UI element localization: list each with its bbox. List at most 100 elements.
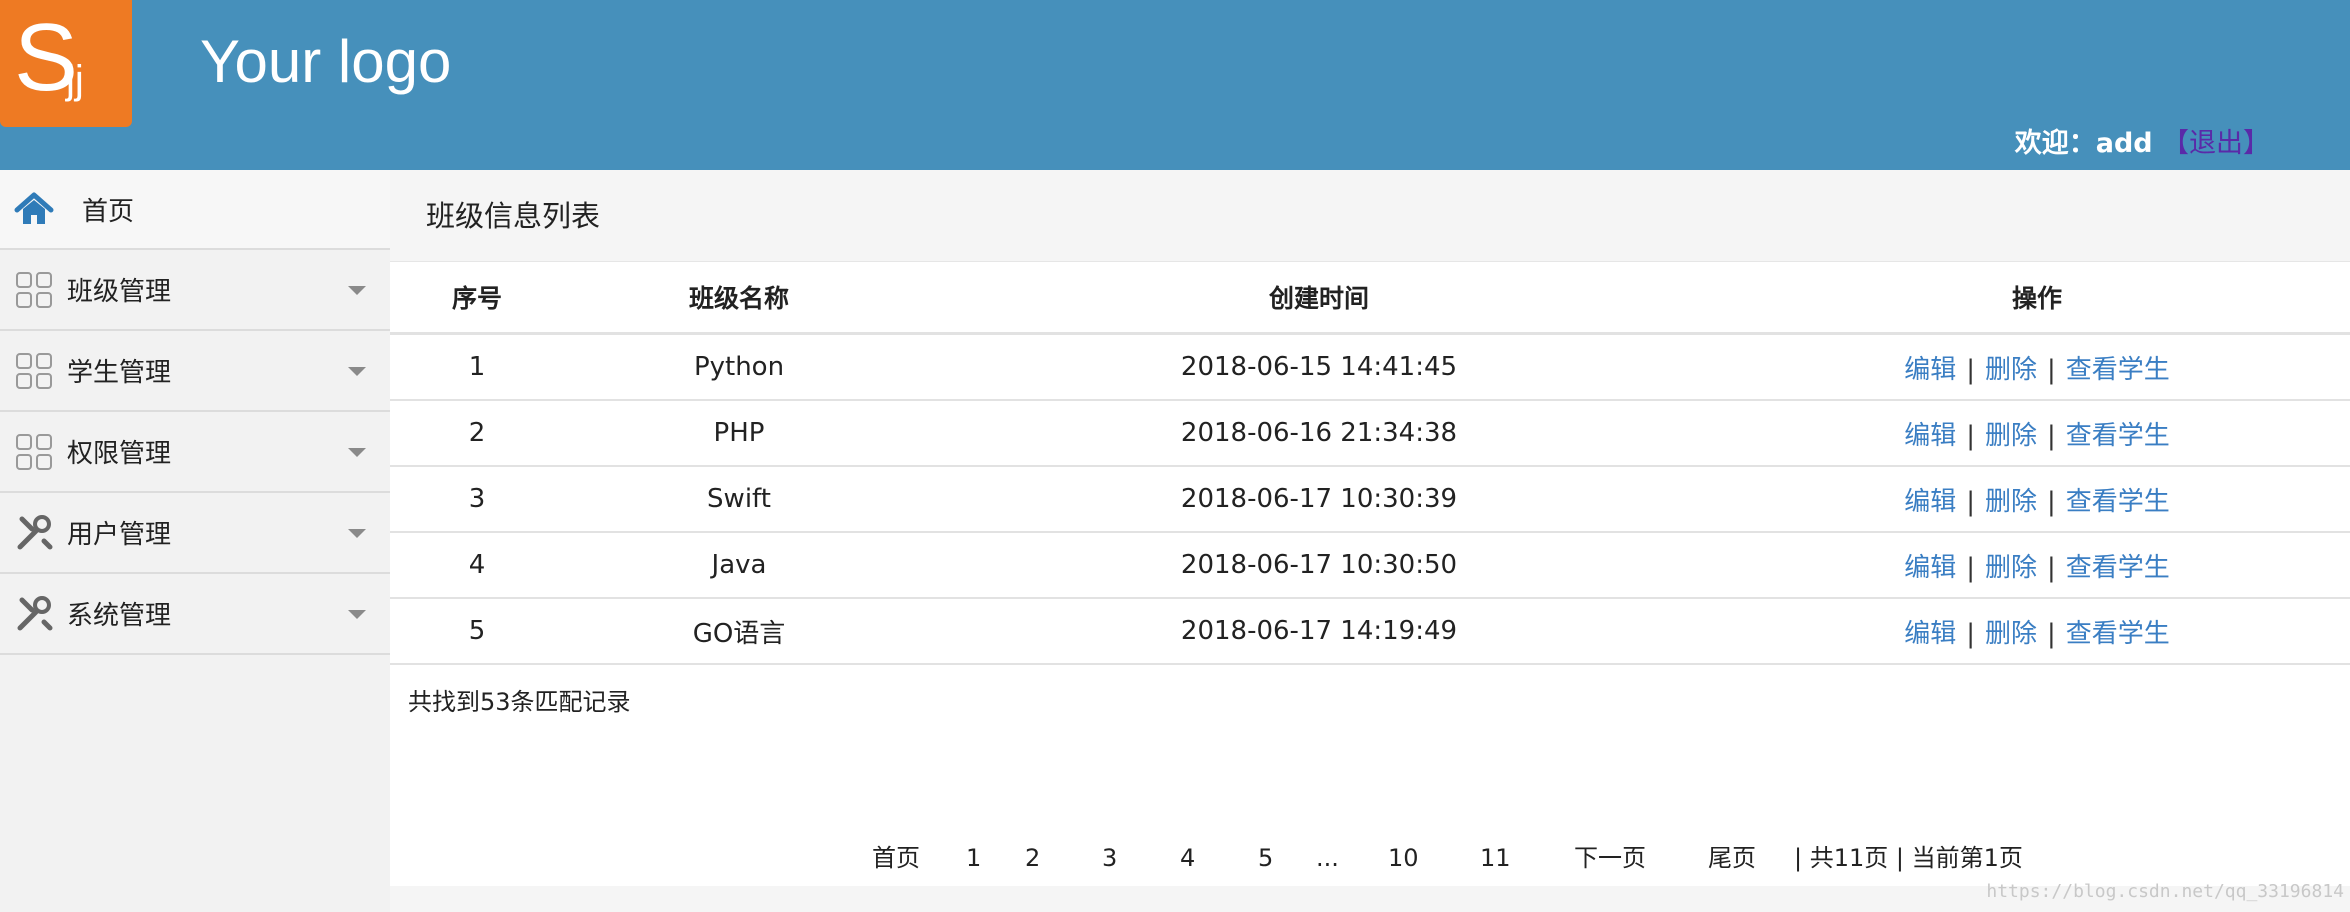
action-separator: |	[1966, 486, 1975, 517]
delete-link[interactable]: 删除	[1985, 619, 2037, 649]
pagination: 首页 1 2 3 4 5 ... 10 11 下一页 尾页 | 共11页 | 当…	[390, 838, 2350, 878]
sidebar: 首页 班级管理 学生管理 权限管理 用户管理 系统管理	[0, 170, 391, 912]
edit-link[interactable]: 编辑	[1904, 355, 1956, 385]
logo-text: Your logo	[200, 28, 452, 95]
sidebar-item-permission-management[interactable]: 权限管理	[0, 412, 390, 493]
cell-id: 3	[390, 466, 564, 533]
sidebar-item-home[interactable]: 首页	[0, 170, 390, 250]
page-link-5[interactable]: 5	[1258, 838, 1273, 878]
cell-class-name: GO语言	[564, 598, 914, 665]
action-separator: |	[1966, 354, 1975, 385]
action-separator: |	[1966, 552, 1975, 583]
main-content: 班级信息列表 序号 班级名称 创建时间 操作 1 Python 2018-06-…	[390, 170, 2350, 912]
action-separator: |	[2047, 354, 2056, 385]
sidebar-item-label: 系统管理	[67, 601, 172, 631]
edit-link[interactable]: 编辑	[1904, 487, 1956, 517]
sidebar-item-label: 用户管理	[67, 520, 172, 550]
sidebar-item-class-management[interactable]: 班级管理	[0, 250, 390, 331]
top-header: S jj Your logo 欢迎：add 【退出】	[0, 0, 2350, 170]
page-link-3[interactable]: 3	[1102, 838, 1117, 878]
page-link-2[interactable]: 2	[1025, 838, 1040, 878]
table-row: 1 Python 2018-06-15 14:41:45 编辑 | 删除 | 查看学生	[390, 333, 2350, 401]
sidebar-item-label: 班级管理	[67, 277, 172, 307]
chevron-down-icon	[348, 285, 366, 295]
record-count: 共找到53条匹配记录	[408, 688, 631, 716]
table-row: 2 PHP 2018-06-16 21:34:38 编辑 | 删除 | 查看学生	[390, 400, 2350, 467]
view-students-link[interactable]: 查看学生	[2066, 553, 2170, 583]
cell-created-time: 2018-06-15 14:41:45	[914, 333, 1724, 401]
view-students-link[interactable]: 查看学生	[2066, 619, 2170, 649]
page-last-link[interactable]: 尾页	[1708, 838, 1756, 878]
delete-link[interactable]: 删除	[1985, 553, 2037, 583]
column-header-actions: 操作	[1724, 262, 2350, 335]
table-row: 3 Swift 2018-06-17 10:30:39 编辑 | 删除 | 查看学生	[390, 466, 2350, 533]
page-ellipsis: ...	[1316, 844, 1339, 872]
cell-actions: 编辑 | 删除 | 查看学生	[1724, 466, 2350, 533]
class-list-panel: 班级信息列表 序号 班级名称 创建时间 操作 1 Python 2018-06-…	[390, 170, 2350, 886]
action-separator: |	[1966, 420, 1975, 451]
sidebar-item-label: 学生管理	[67, 358, 172, 388]
column-header-created-time: 创建时间	[914, 262, 1724, 335]
logout-link[interactable]: 【退出】	[2162, 128, 2270, 159]
table-row: 5 GO语言 2018-06-17 14:19:49 编辑 | 删除 | 查看学生	[390, 598, 2350, 665]
column-header-id: 序号	[390, 262, 564, 335]
view-students-link[interactable]: 查看学生	[2066, 421, 2170, 451]
home-icon	[14, 192, 54, 224]
cell-actions: 编辑 | 删除 | 查看学生	[1724, 598, 2350, 665]
page-first-link[interactable]: 首页	[872, 838, 920, 878]
class-table: 序号 班级名称 创建时间 操作 1 Python 2018-06-15 14:4…	[390, 262, 2350, 665]
cell-class-name: Java	[564, 532, 914, 599]
delete-link[interactable]: 删除	[1985, 355, 2037, 385]
column-header-class-name: 班级名称	[564, 262, 914, 335]
delete-link[interactable]: 删除	[1985, 487, 2037, 517]
cell-class-name: PHP	[564, 400, 914, 467]
chevron-down-icon	[348, 366, 366, 376]
sidebar-item-user-management[interactable]: 用户管理	[0, 493, 390, 574]
chevron-down-icon	[348, 528, 366, 538]
cell-created-time: 2018-06-16 21:34:38	[914, 400, 1724, 467]
action-separator: |	[2047, 552, 2056, 583]
edit-link[interactable]: 编辑	[1904, 421, 1956, 451]
welcome-text: 欢迎：add	[2014, 128, 2162, 159]
action-separator: |	[1966, 618, 1975, 649]
table-row: 4 Java 2018-06-17 10:30:50 编辑 | 删除 | 查看学生	[390, 532, 2350, 599]
action-separator: |	[2047, 618, 2056, 649]
sidebar-item-system-management[interactable]: 系统管理	[0, 574, 390, 655]
page-link-1[interactable]: 1	[966, 838, 981, 878]
logo-sub-letters: jj	[66, 58, 84, 102]
logo-badge: S jj	[0, 0, 132, 127]
action-separator: |	[2047, 486, 2056, 517]
tools-icon	[17, 595, 53, 630]
view-students-link[interactable]: 查看学生	[2066, 355, 2170, 385]
chevron-down-icon	[348, 447, 366, 457]
view-students-link[interactable]: 查看学生	[2066, 487, 2170, 517]
edit-link[interactable]: 编辑	[1904, 553, 1956, 583]
welcome-area: 欢迎：add 【退出】	[2015, 124, 2270, 164]
cell-id: 1	[390, 333, 564, 401]
grid-icon	[16, 433, 52, 470]
page-title: 班级信息列表	[426, 199, 601, 233]
page-next-link[interactable]: 下一页	[1574, 838, 1646, 878]
grid-icon	[16, 271, 52, 308]
table-header-row: 序号 班级名称 创建时间 操作	[390, 262, 2350, 335]
cell-created-time: 2018-06-17 10:30:39	[914, 466, 1724, 533]
edit-link[interactable]: 编辑	[1904, 619, 1956, 649]
page-link-10[interactable]: 10	[1388, 838, 1419, 878]
delete-link[interactable]: 删除	[1985, 421, 2037, 451]
action-separator: |	[2047, 420, 2056, 451]
panel-header: 班级信息列表	[390, 170, 2350, 262]
cell-actions: 编辑 | 删除 | 查看学生	[1724, 532, 2350, 599]
cell-id: 5	[390, 598, 564, 665]
sidebar-item-label: 首页	[82, 196, 135, 227]
cell-class-name: Swift	[564, 466, 914, 533]
sidebar-item-student-management[interactable]: 学生管理	[0, 331, 390, 412]
page-link-4[interactable]: 4	[1180, 838, 1195, 878]
cell-created-time: 2018-06-17 10:30:50	[914, 532, 1724, 599]
cell-id: 4	[390, 532, 564, 599]
cell-id: 2	[390, 400, 564, 467]
watermark: https://blog.csdn.net/qq_33196814	[1986, 881, 2344, 902]
tools-icon	[17, 514, 53, 549]
chevron-down-icon	[348, 609, 366, 619]
cell-class-name: Python	[564, 333, 914, 401]
page-link-11[interactable]: 11	[1480, 838, 1511, 878]
